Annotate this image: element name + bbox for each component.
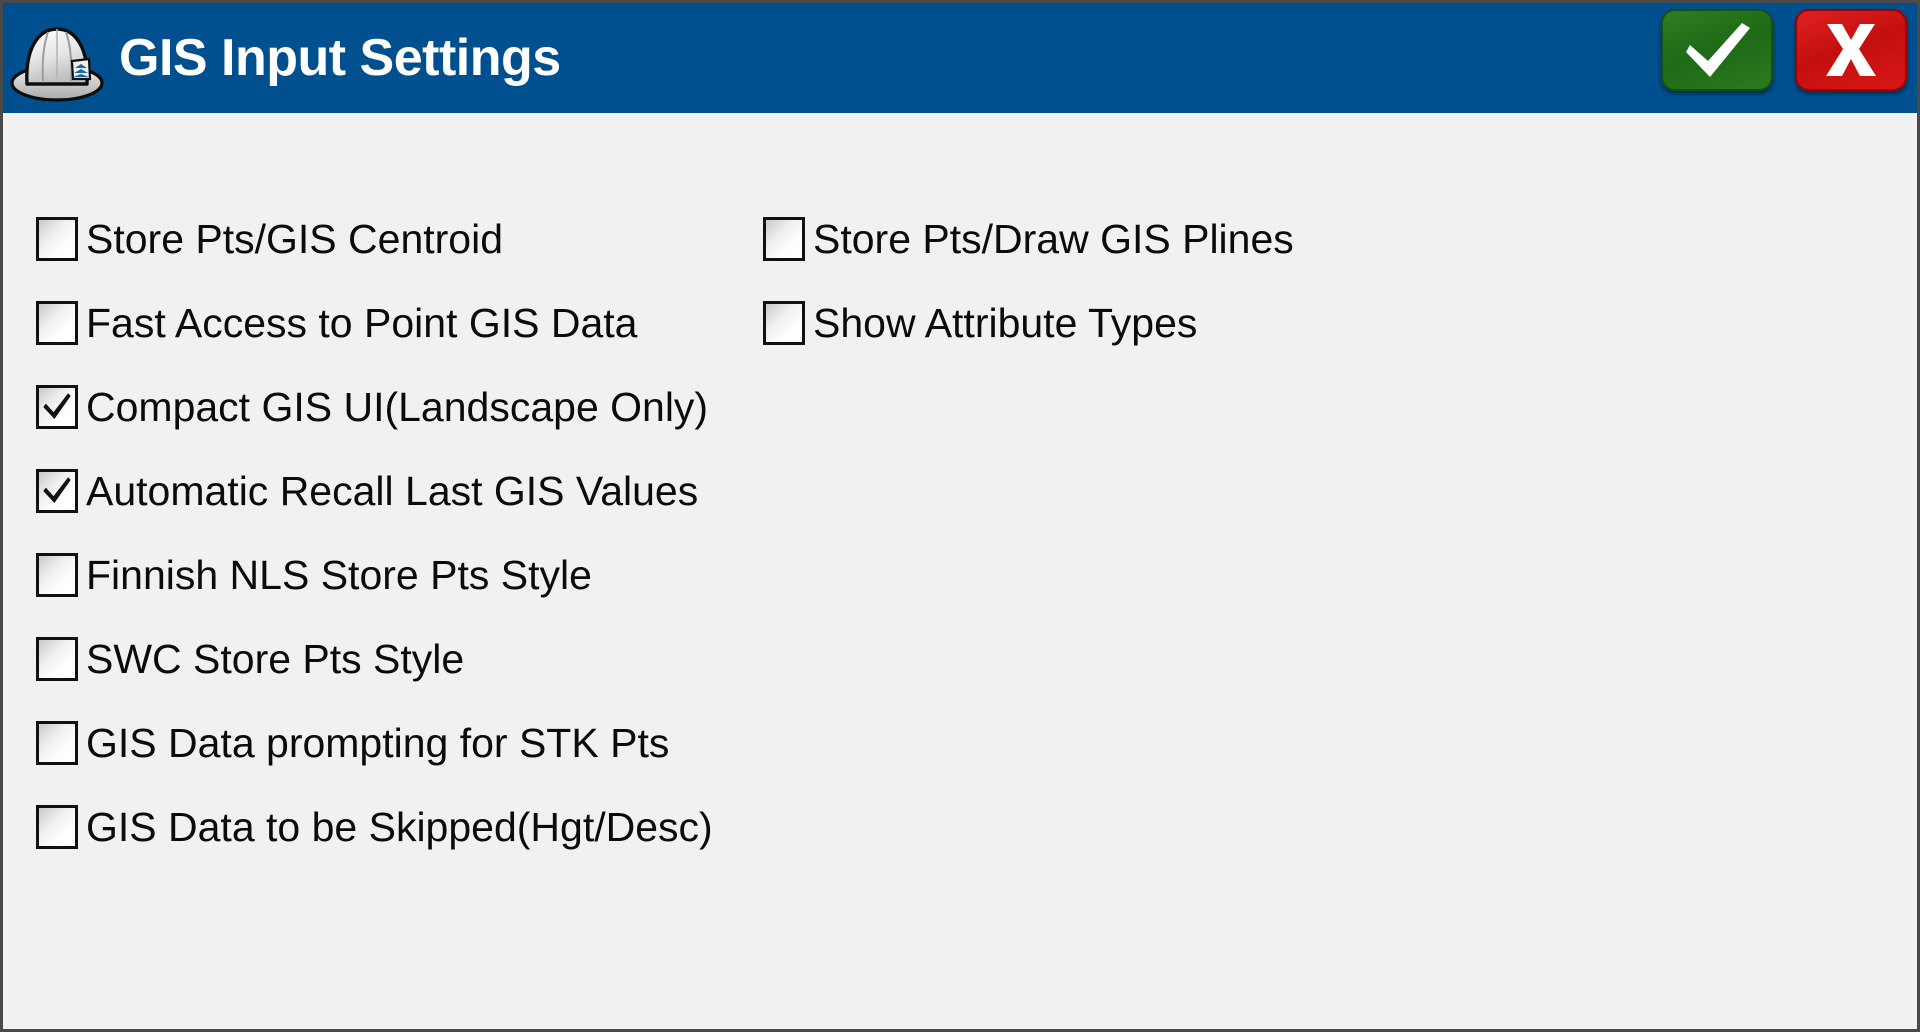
right-options-column: Store Pts/Draw GIS Plines Show Attribute …: [763, 197, 1523, 869]
checkbox-gis-data-prompting-for-stk-pts[interactable]: [36, 721, 78, 765]
titlebar: GIS Input Settings: [3, 3, 1917, 113]
checkbox-row-automatic-recall-last-gis-values[interactable]: Automatic Recall Last GIS Values: [36, 449, 763, 533]
page-title: GIS Input Settings: [119, 29, 561, 87]
hard-hat-icon: [10, 27, 104, 102]
ok-button[interactable]: [1661, 9, 1773, 91]
left-options-column: Store Pts/GIS Centroid Fast Access to Poi…: [3, 197, 763, 869]
checkbox-fast-access-to-point-gis-data[interactable]: [36, 301, 78, 345]
checkbox-gis-data-to-be-skipped-hgt-desc[interactable]: [36, 805, 78, 849]
checkbox-label: Store Pts/Draw GIS Plines: [813, 215, 1294, 262]
checkbox-swc-store-pts-style[interactable]: [36, 637, 78, 681]
checkbox-row-compact-gis-ui-landscape-only[interactable]: Compact GIS UI(Landscape Only): [36, 365, 763, 449]
checkbox-label: Store Pts/GIS Centroid: [86, 215, 504, 262]
titlebar-actions: [1661, 9, 1907, 91]
dialog-body: Store Pts/GIS Centroid Fast Access to Poi…: [3, 113, 1917, 1029]
checkbox-label: GIS Data to be Skipped(Hgt/Desc): [86, 803, 713, 850]
checkbox-row-store-pts-draw-gis-plines[interactable]: Store Pts/Draw GIS Plines: [763, 197, 1523, 281]
checkbox-label: Fast Access to Point GIS Data: [86, 299, 638, 346]
checkbox-row-store-pts-gis-centroid[interactable]: Store Pts/GIS Centroid: [36, 197, 763, 281]
checkbox-label: Finnish NLS Store Pts Style: [86, 551, 592, 598]
checkbox-compact-gis-ui-landscape-only[interactable]: [36, 385, 78, 429]
checkbox-row-gis-data-prompting-for-stk-pts[interactable]: GIS Data prompting for STK Pts: [36, 701, 763, 785]
checkbox-label: GIS Data prompting for STK Pts: [86, 719, 670, 766]
checkbox-row-gis-data-to-be-skipped-hgt-desc[interactable]: GIS Data to be Skipped(Hgt/Desc): [36, 785, 763, 869]
checkbox-show-attribute-types[interactable]: [763, 301, 805, 345]
cancel-button[interactable]: [1795, 9, 1907, 91]
checkmark-icon: [43, 393, 71, 419]
options-columns: Store Pts/GIS Centroid Fast Access to Poi…: [3, 197, 1917, 869]
checkbox-label: Show Attribute Types: [813, 299, 1198, 346]
checkbox-label: Automatic Recall Last GIS Values: [86, 467, 699, 514]
checkbox-label: Compact GIS UI(Landscape Only): [86, 383, 709, 430]
checkbox-row-show-attribute-types[interactable]: Show Attribute Types: [763, 281, 1523, 365]
checkbox-label: SWC Store Pts Style: [86, 635, 465, 682]
checkbox-finnish-nls-store-pts-style[interactable]: [36, 553, 78, 597]
checkmark-icon: [1686, 23, 1750, 77]
checkmark-icon: [43, 477, 71, 503]
checkbox-store-pts-gis-centroid[interactable]: [36, 217, 78, 261]
gis-input-settings-dialog: GIS Input Settings Store Pts/GIS Centroi…: [0, 0, 1920, 1032]
checkbox-automatic-recall-last-gis-values[interactable]: [36, 469, 78, 513]
checkbox-row-swc-store-pts-style[interactable]: SWC Store Pts Style: [36, 617, 763, 701]
checkbox-row-fast-access-to-point-gis-data[interactable]: Fast Access to Point GIS Data: [36, 281, 763, 365]
x-icon: [1826, 24, 1876, 76]
checkbox-row-finnish-nls-store-pts-style[interactable]: Finnish NLS Store Pts Style: [36, 533, 763, 617]
checkbox-store-pts-draw-gis-plines[interactable]: [763, 217, 805, 261]
